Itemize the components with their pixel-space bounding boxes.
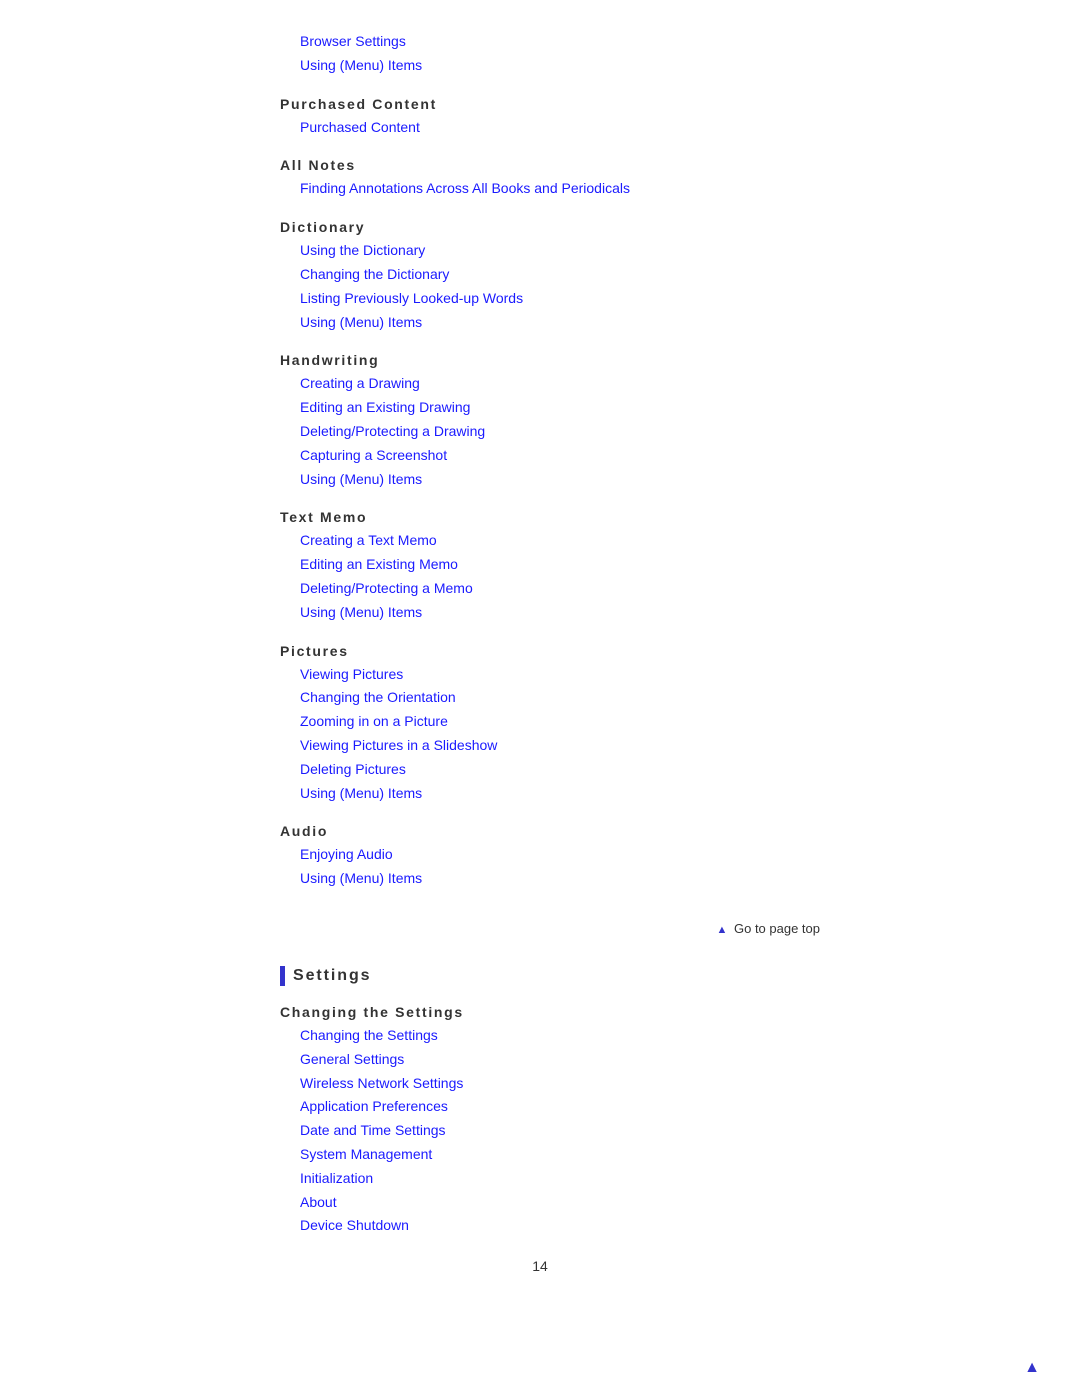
handwriting-header: Handwriting xyxy=(280,352,880,368)
changing-settings-link[interactable]: Changing the Settings xyxy=(300,1024,880,1048)
handwriting-menu-link[interactable]: Using (Menu) Items xyxy=(300,468,880,492)
text-memo-header: Text Memo xyxy=(280,509,880,525)
settings-bar-icon xyxy=(280,966,285,986)
about-link[interactable]: About xyxy=(300,1191,880,1215)
wireless-network-link[interactable]: Wireless Network Settings xyxy=(300,1072,880,1096)
app-preferences-link[interactable]: Application Preferences xyxy=(300,1095,880,1119)
purchased-content-block: Purchased Content Purchased Content xyxy=(280,96,880,140)
go-to-top-link[interactable]: ▲ Go to page top xyxy=(716,921,820,936)
top-links-block: Browser Settings Using (Menu) Items xyxy=(280,30,880,78)
creating-text-memo-link[interactable]: Creating a Text Memo xyxy=(300,529,880,553)
initialization-link[interactable]: Initialization xyxy=(300,1167,880,1191)
listing-words-link[interactable]: Listing Previously Looked-up Words xyxy=(300,287,880,311)
device-shutdown-link[interactable]: Device Shutdown xyxy=(300,1214,880,1238)
handwriting-block: Handwriting Creating a Drawing Editing a… xyxy=(280,352,880,491)
changing-orientation-link[interactable]: Changing the Orientation xyxy=(300,686,880,710)
viewing-slideshow-link[interactable]: Viewing Pictures in a Slideshow xyxy=(300,734,880,758)
go-to-top-arrow-icon: ▲ xyxy=(716,924,727,936)
enjoying-audio-link[interactable]: Enjoying Audio xyxy=(300,843,880,867)
purchased-content-link[interactable]: Purchased Content xyxy=(300,116,880,140)
pictures-menu-link[interactable]: Using (Menu) Items xyxy=(300,782,880,806)
audio-block: Audio Enjoying Audio Using (Menu) Items xyxy=(280,823,880,891)
dictionary-menu-link[interactable]: Using (Menu) Items xyxy=(300,311,880,335)
system-management-link[interactable]: System Management xyxy=(300,1143,880,1167)
go-to-top-label: Go to page top xyxy=(730,921,820,936)
text-memo-menu-link[interactable]: Using (Menu) Items xyxy=(300,601,880,625)
deleting-memo-link[interactable]: Deleting/Protecting a Memo xyxy=(300,577,880,601)
editing-drawing-link[interactable]: Editing an Existing Drawing xyxy=(300,396,880,420)
purchased-content-header: Purchased Content xyxy=(280,96,880,112)
dictionary-header: Dictionary xyxy=(280,219,880,235)
general-settings-link[interactable]: General Settings xyxy=(300,1048,880,1072)
zooming-picture-link[interactable]: Zooming in on a Picture xyxy=(300,710,880,734)
pictures-header: Pictures xyxy=(280,643,880,659)
bottom-arrow-icon[interactable]: ▲ xyxy=(1024,1359,1040,1377)
settings-header: Settings xyxy=(280,966,880,986)
all-notes-block: All Notes Finding Annotations Across All… xyxy=(280,157,880,201)
editing-memo-link[interactable]: Editing an Existing Memo xyxy=(300,553,880,577)
date-time-link[interactable]: Date and Time Settings xyxy=(300,1119,880,1143)
using-menu-items-top-link[interactable]: Using (Menu) Items xyxy=(300,54,880,78)
viewing-pictures-link[interactable]: Viewing Pictures xyxy=(300,663,880,687)
browser-settings-link[interactable]: Browser Settings xyxy=(300,30,880,54)
changing-settings-block: Changing the Settings Changing the Setti… xyxy=(280,1004,880,1238)
audio-menu-link[interactable]: Using (Menu) Items xyxy=(300,867,880,891)
creating-drawing-link[interactable]: Creating a Drawing xyxy=(300,372,880,396)
using-dictionary-link[interactable]: Using the Dictionary xyxy=(300,239,880,263)
dictionary-block: Dictionary Using the Dictionary Changing… xyxy=(280,219,880,334)
changing-dictionary-link[interactable]: Changing the Dictionary xyxy=(300,263,880,287)
go-to-top-container: ▲ Go to page top xyxy=(280,921,880,936)
page-number: 14 xyxy=(0,1258,1080,1284)
deleting-pictures-link[interactable]: Deleting Pictures xyxy=(300,758,880,782)
text-memo-block: Text Memo Creating a Text Memo Editing a… xyxy=(280,509,880,624)
pictures-block: Pictures Viewing Pictures Changing the O… xyxy=(280,643,880,806)
all-notes-header: All Notes xyxy=(280,157,880,173)
audio-header: Audio xyxy=(280,823,880,839)
content-area: Browser Settings Using (Menu) Items Purc… xyxy=(200,30,880,1238)
finding-annotations-link[interactable]: Finding Annotations Across All Books and… xyxy=(300,177,880,201)
page-container: Browser Settings Using (Menu) Items Purc… xyxy=(0,0,1080,1397)
deleting-drawing-link[interactable]: Deleting/Protecting a Drawing xyxy=(300,420,880,444)
capturing-screenshot-link[interactable]: Capturing a Screenshot xyxy=(300,444,880,468)
settings-header-label: Settings xyxy=(293,967,371,985)
changing-settings-header: Changing the Settings xyxy=(280,1004,880,1020)
settings-block: Settings xyxy=(280,966,880,986)
